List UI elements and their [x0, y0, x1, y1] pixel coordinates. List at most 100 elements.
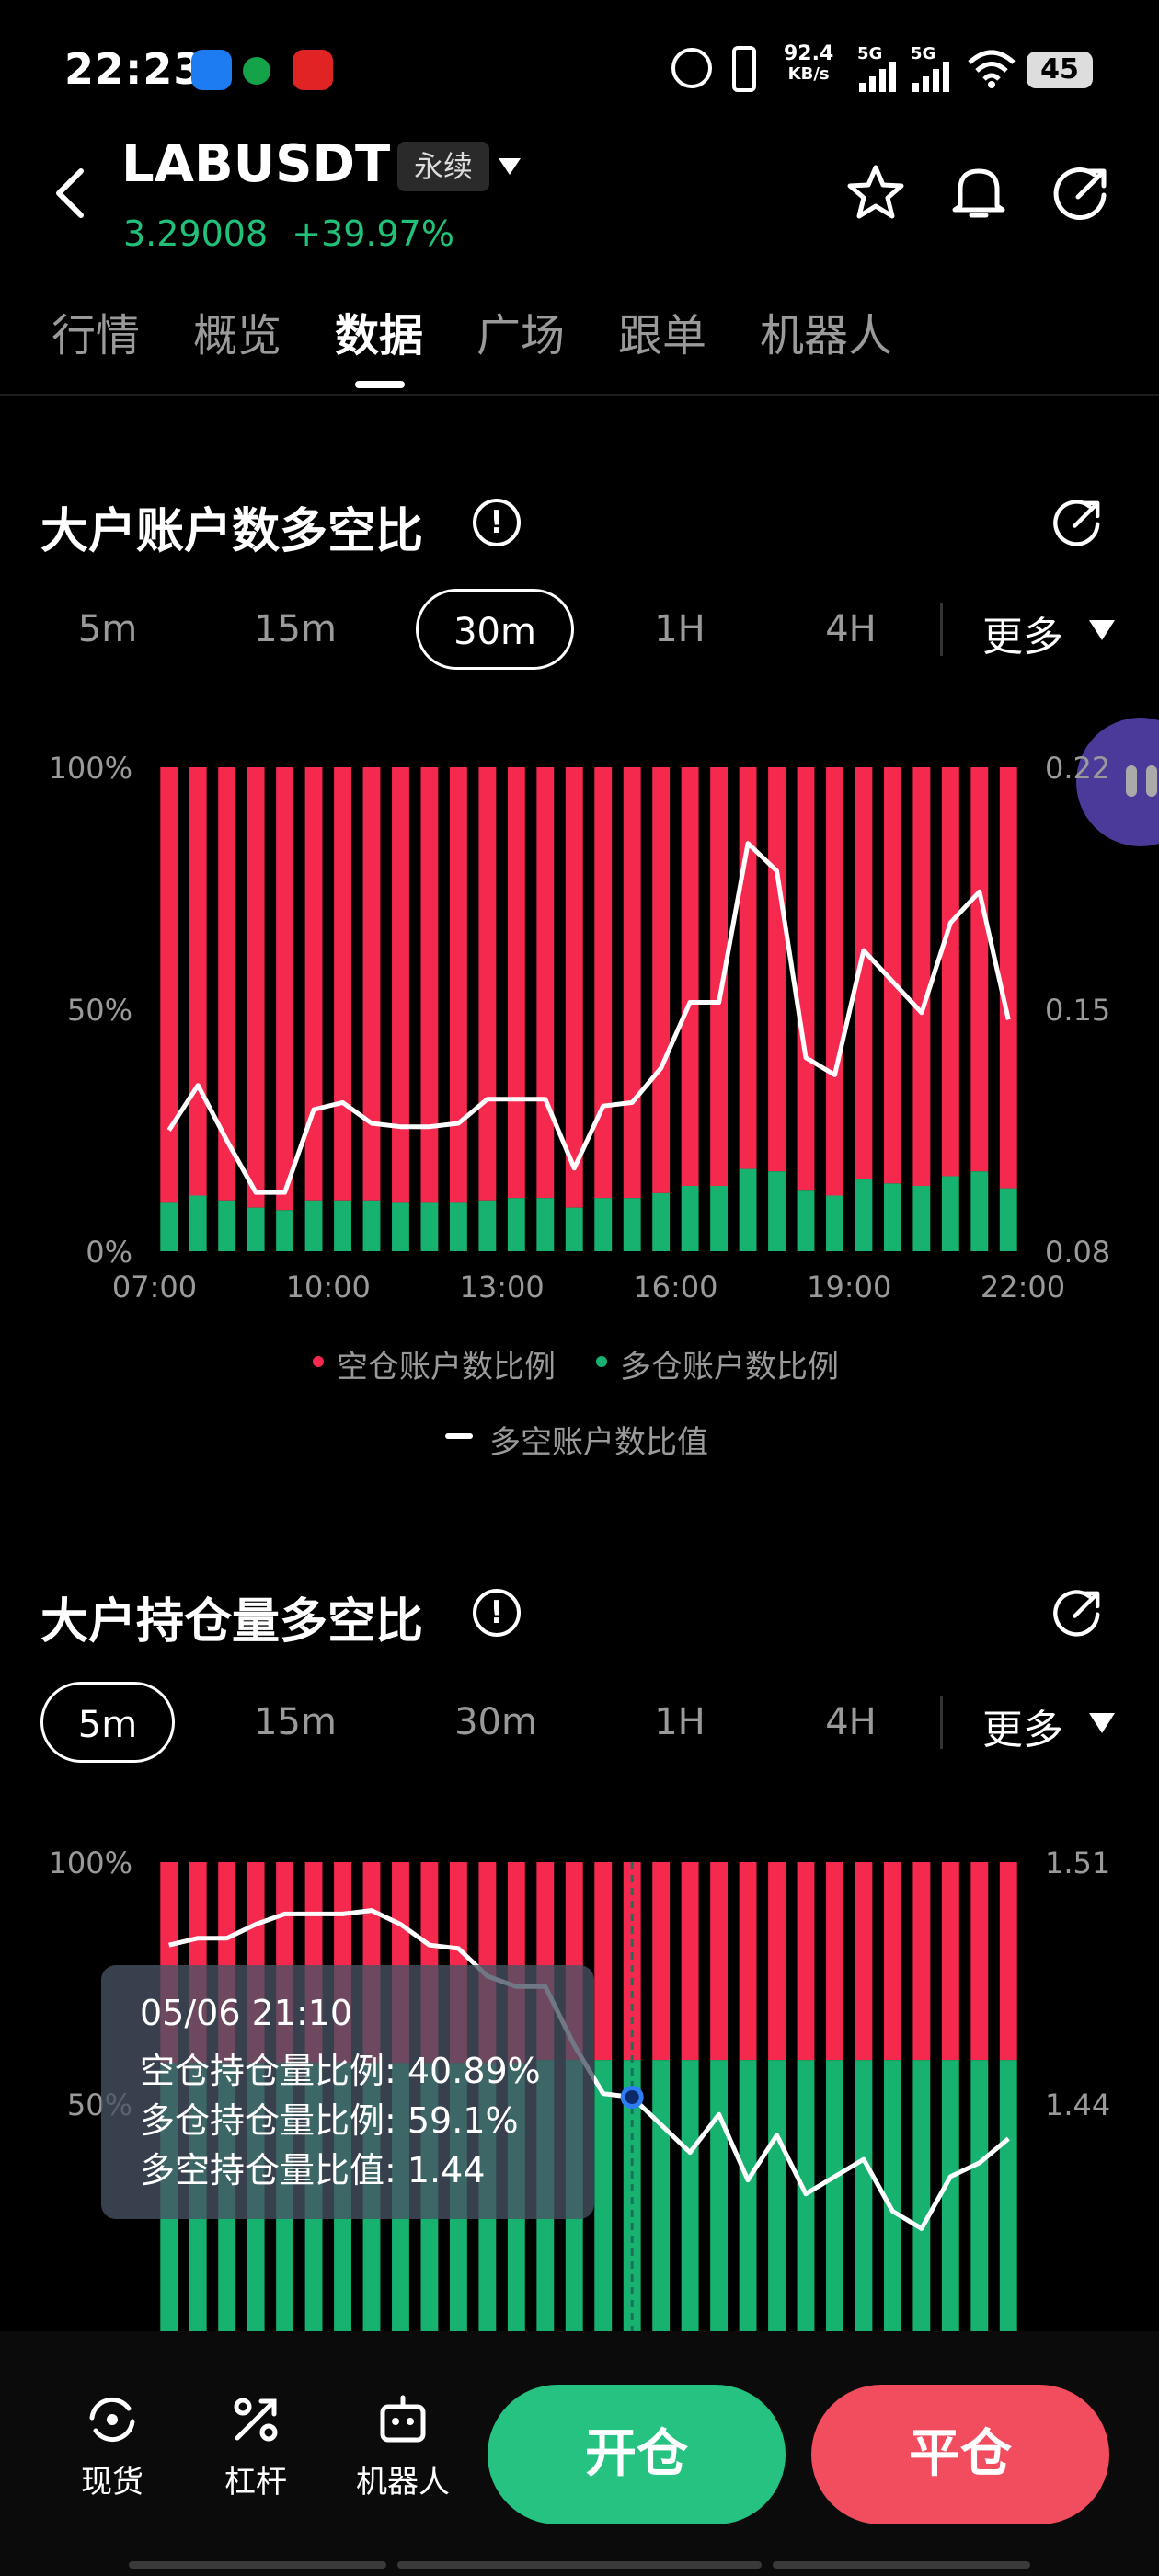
tab-copy-trading[interactable]: 跟单 — [618, 299, 706, 363]
bar-long — [594, 2060, 613, 2331]
bar-short — [970, 1862, 989, 2061]
x-axis-label: 07:00 — [112, 1270, 197, 1305]
expand-chart-icon[interactable] — [1050, 1585, 1106, 1640]
bar-long — [189, 1195, 207, 1251]
left-axis-label: 0% — [86, 1235, 132, 1270]
bar-long — [855, 1179, 873, 1251]
period-5m[interactable]: 5m — [40, 589, 175, 670]
bar-long — [507, 1198, 525, 1251]
chart-tooltip: 05/06 21:10 空仓持仓量比例: 40.89% 多仓持仓量比例: 59.… — [101, 1965, 594, 2219]
signal-1-icon — [859, 62, 896, 92]
bar-long — [826, 1195, 843, 1251]
bar-short — [970, 767, 989, 1172]
bell-icon[interactable] — [947, 162, 1010, 224]
chevron-down-icon[interactable] — [1089, 620, 1115, 640]
bar-long — [218, 1200, 236, 1251]
nav-spot[interactable]: 现货 — [57, 2392, 167, 2501]
bar-long — [276, 1210, 294, 1251]
right-axis-label: 0.22 — [1045, 751, 1110, 786]
bar-long — [478, 1200, 497, 1251]
info-icon[interactable]: ! — [473, 1589, 521, 1637]
bar-short — [304, 767, 323, 1201]
net-speed: 92.4 KB/s — [784, 44, 833, 85]
contract-type-badge[interactable]: 永续 — [397, 142, 490, 191]
tab-data[interactable]: 数据 — [335, 299, 423, 363]
bar-long — [768, 2060, 786, 2331]
x-axis-label: 19:00 — [807, 1270, 891, 1305]
bar-short — [652, 1862, 671, 2061]
period-1h[interactable]: 1H — [613, 589, 747, 670]
period-30m[interactable]: 30m — [429, 1682, 563, 1763]
expand-chart-icon[interactable] — [1050, 495, 1106, 550]
x-axis-label: 22:00 — [981, 1270, 1065, 1305]
x-axis-label: 16:00 — [633, 1270, 717, 1305]
bar-short — [883, 1862, 901, 2061]
close-position-button[interactable]: 平仓 — [811, 2385, 1109, 2524]
nav-bot[interactable]: 机器人 — [348, 2392, 458, 2501]
back-arrow-icon[interactable] — [52, 166, 88, 221]
period-30m[interactable]: 30m — [416, 589, 574, 670]
bar-short — [999, 1862, 1017, 2061]
bar-long — [681, 1185, 699, 1251]
battery-indicator: 45 — [1027, 52, 1093, 88]
more-periods-button[interactable]: 更多 — [982, 604, 1063, 662]
bar-long — [999, 2060, 1017, 2331]
bar-short — [160, 767, 178, 1203]
symbol-title: LABUSDT — [121, 134, 391, 194]
status-time: 22:23 — [64, 44, 204, 94]
tooltip-short-ratio: 空仓持仓量比例: 40.89% — [140, 2051, 541, 2091]
favorite-star-icon[interactable] — [844, 162, 907, 224]
more-periods-button[interactable]: 更多 — [982, 1696, 1063, 1755]
bar-short — [855, 1862, 873, 2061]
share-icon[interactable] — [1050, 162, 1113, 224]
wifi-icon — [968, 50, 1016, 88]
tab-bots[interactable]: 机器人 — [760, 299, 892, 363]
open-position-button[interactable]: 开仓 — [488, 2385, 786, 2524]
bar-long — [392, 1202, 409, 1251]
app-notification-icon — [293, 50, 333, 90]
spot-icon — [89, 2398, 135, 2442]
period-5m[interactable]: 5m — [40, 1682, 175, 1763]
bar-long — [565, 1207, 583, 1251]
right-axis-label: 1.44 — [1045, 2087, 1110, 2122]
bar-short — [594, 1862, 613, 2061]
bar-short — [912, 767, 931, 1186]
bar-short — [826, 767, 843, 1196]
right-axis-label: 1.51 — [1045, 1846, 1110, 1880]
left-axis-label: 100% — [49, 751, 132, 786]
period-4h[interactable]: 4H — [784, 589, 918, 670]
bar-short — [276, 767, 294, 1211]
legend-ratio: 多空账户数比值 — [489, 1424, 708, 1461]
tab-overview[interactable]: 概览 — [193, 299, 281, 363]
tooltip-long-ratio: 多仓持仓量比例: 59.1% — [140, 2100, 519, 2141]
left-axis-label: 100% — [49, 1846, 132, 1880]
period-1h[interactable]: 1H — [613, 1682, 747, 1763]
tab-square[interactable]: 广场 — [476, 299, 565, 363]
period-15m[interactable]: 15m — [228, 1682, 362, 1763]
chevron-down-icon[interactable] — [499, 158, 521, 175]
bar-short — [218, 767, 236, 1201]
chevron-down-icon[interactable] — [1089, 1713, 1115, 1733]
legend-long: 多仓账户数比例 — [620, 1349, 839, 1386]
bar-short — [449, 767, 467, 1203]
bar-short — [536, 767, 555, 1199]
tab-active-indicator — [355, 381, 405, 388]
bar-short — [594, 767, 613, 1199]
x-axis-label: 13:00 — [459, 1270, 544, 1305]
bar-long — [739, 2060, 757, 2331]
nav-margin[interactable]: 杠杆 — [201, 2392, 311, 2501]
bar-long — [420, 1202, 439, 1251]
period-4h[interactable]: 4H — [784, 1682, 918, 1763]
bar-short — [507, 767, 525, 1199]
period-15m[interactable]: 15m — [228, 589, 362, 670]
legend-short: 空仓账户数比例 — [337, 1349, 556, 1386]
section-title-position-ratio: 大户持仓量多空比 — [40, 1594, 424, 1650]
info-icon[interactable]: ! — [473, 499, 521, 546]
bar-long — [912, 1185, 931, 1251]
tab-market[interactable]: 行情 — [52, 299, 140, 363]
net-speed-value: 92.4 — [784, 42, 834, 65]
divider — [940, 603, 943, 656]
bar-short — [247, 767, 265, 1208]
bar-long — [681, 2060, 699, 2331]
divider — [940, 1696, 943, 1749]
